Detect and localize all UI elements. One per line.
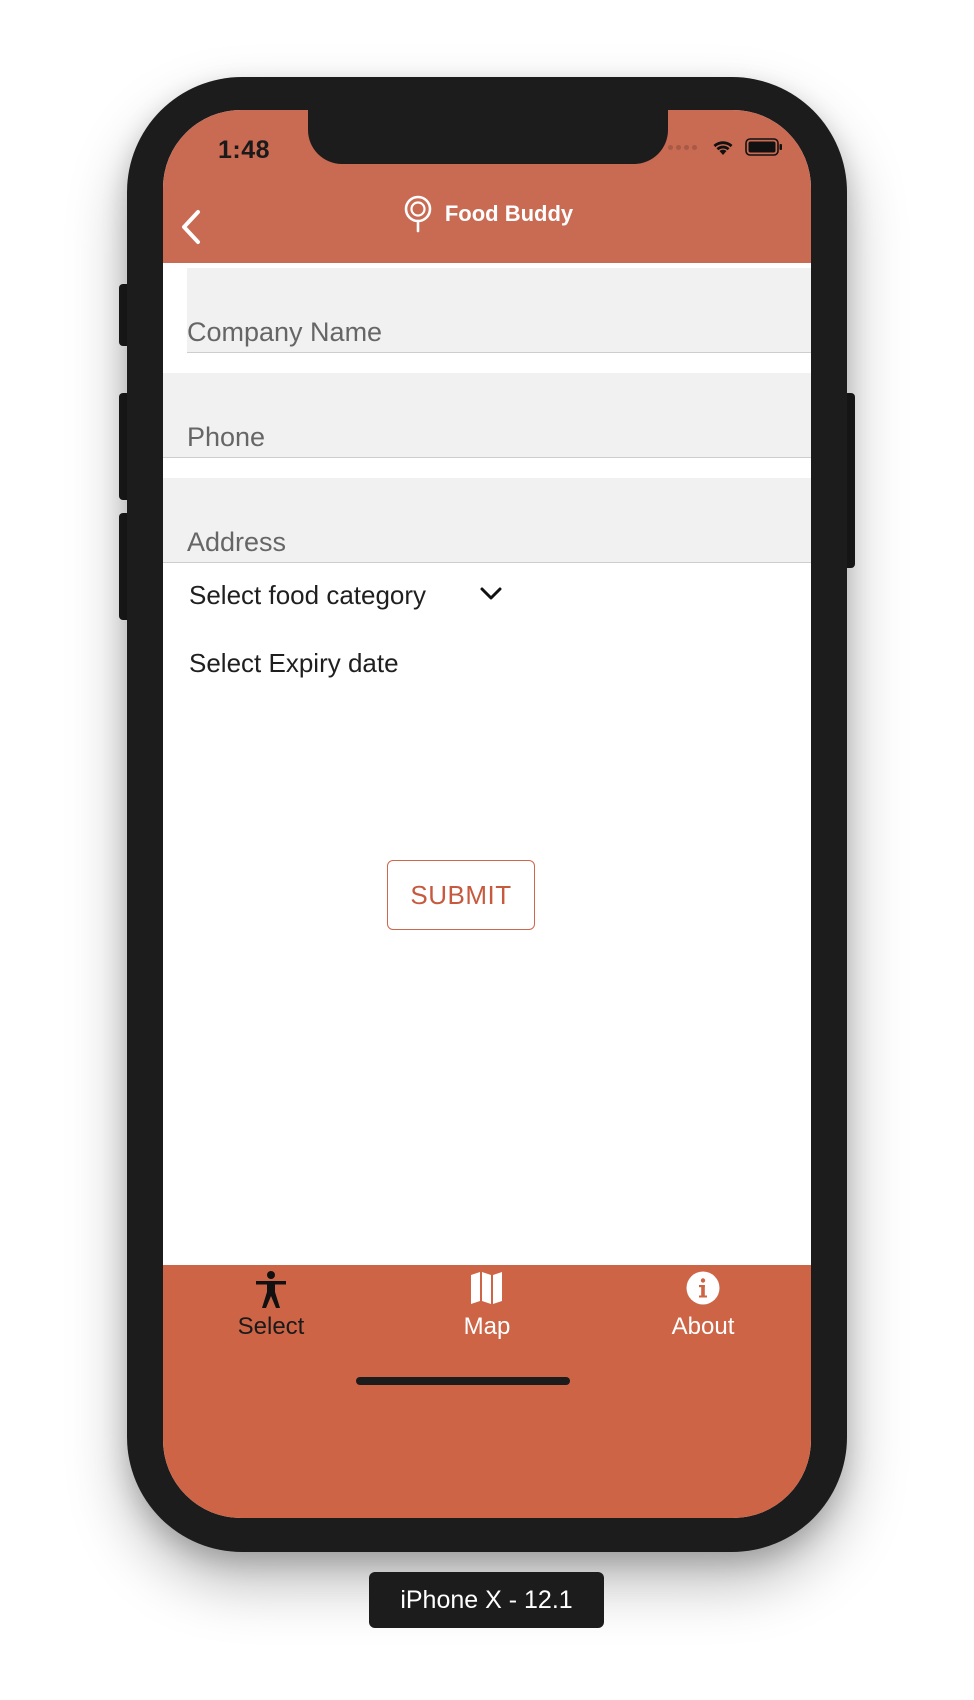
tab-select[interactable]: Select — [163, 1265, 379, 1355]
submit-button[interactable]: SUBMIT — [387, 860, 535, 930]
chevron-down-icon[interactable] — [478, 582, 504, 609]
simulator-device-label: iPhone X - 12.1 — [369, 1572, 604, 1628]
wifi-icon — [711, 138, 735, 156]
tab-about-label: About — [671, 1313, 735, 1340]
home-indicator — [356, 1377, 570, 1385]
location-pin-icon — [404, 195, 432, 233]
app-screen: 1:48 Food Buddy Company Name Phone Addre… — [163, 110, 811, 1518]
phone-field[interactable] — [163, 373, 811, 458]
status-time: 1:48 — [218, 136, 271, 164]
address-field[interactable] — [163, 478, 811, 563]
brand: Food Buddy — [163, 195, 811, 233]
tab-bar: Select Map About — [163, 1265, 811, 1518]
map-icon — [379, 1270, 595, 1306]
expiry-date-picker[interactable]: Select Expiry date — [189, 648, 399, 679]
food-category-picker[interactable]: Select food category — [189, 580, 426, 611]
cellular-signal-icon — [668, 144, 697, 150]
tab-map-label: Map — [463, 1313, 511, 1340]
info-icon — [595, 1270, 811, 1306]
battery-icon — [745, 138, 783, 156]
address-input[interactable] — [187, 527, 811, 558]
phone-input[interactable] — [187, 422, 811, 453]
tab-select-label: Select — [237, 1313, 305, 1340]
device-notch — [308, 110, 668, 164]
brand-title: Food Buddy — [444, 201, 574, 226]
company-name-input[interactable] — [187, 317, 811, 348]
tab-about[interactable]: About — [595, 1265, 811, 1355]
accessibility-person-icon — [163, 1270, 379, 1310]
simulator-stage: 1:48 Food Buddy Company Name Phone Addre… — [0, 0, 974, 1700]
app-header: 1:48 Food Buddy — [163, 110, 811, 263]
company-name-field[interactable] — [187, 268, 811, 353]
status-indicators — [668, 138, 783, 156]
tab-map[interactable]: Map — [379, 1265, 595, 1355]
